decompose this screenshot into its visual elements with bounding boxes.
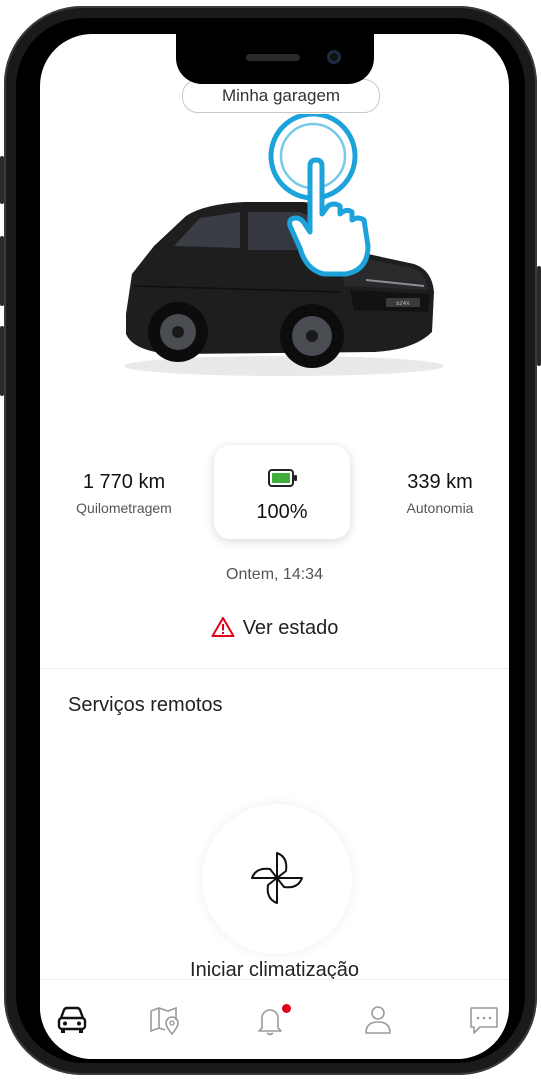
phone-notch: [176, 34, 374, 84]
range-label: Autonomia: [406, 500, 474, 516]
volume-down-button: [0, 326, 4, 396]
map-pin-icon: [150, 1006, 179, 1036]
phone-frame: Minha garagem bZ4X 1 770 km Quilometrage…: [0, 6, 541, 1075]
front-camera: [327, 50, 341, 64]
mute-switch: [0, 156, 4, 204]
view-status-label: Ver estado: [242, 617, 339, 639]
nav-notifications[interactable]: [252, 1002, 292, 1042]
chat-icon: [470, 1007, 498, 1034]
mileage-label: Quilometragem: [76, 500, 172, 516]
start-climate-button[interactable]: [202, 804, 352, 954]
last-updated-time: Ontem, 14:34: [226, 566, 323, 583]
remote-services-title: Serviços remotos: [68, 694, 223, 716]
car-icon: [57, 1006, 87, 1033]
nav-messages[interactable]: [466, 1002, 506, 1042]
battery-percentage: 100%: [256, 501, 308, 523]
fan-icon: [251, 852, 303, 904]
user-icon: [365, 1006, 391, 1034]
bottom-navigation: [40, 979, 509, 1059]
notification-badge: [282, 1004, 291, 1013]
power-button: [537, 266, 541, 366]
range-value: 339 km: [407, 471, 473, 493]
view-status-link[interactable]: Ver estado: [40, 616, 509, 640]
tap-gesture-icon: [268, 114, 371, 277]
battery-icon: [268, 469, 297, 487]
app-screen: Minha garagem bZ4X 1 770 km Quilometrage…: [40, 34, 509, 1059]
battery-card[interactable]: 100%: [214, 445, 350, 539]
vehicle-stats: 1 770 km Quilometragem 100% 339 km Auton…: [40, 439, 509, 574]
nav-profile[interactable]: [360, 1002, 400, 1042]
vehicle-model-badge: bZ4X: [396, 301, 409, 307]
my-garage-button[interactable]: Minha garagem: [182, 79, 380, 113]
nav-car[interactable]: [54, 1002, 94, 1042]
nav-map[interactable]: [146, 1002, 186, 1042]
section-divider: [40, 668, 509, 669]
volume-up-button: [0, 236, 4, 306]
mileage-value: 1 770 km: [82, 471, 166, 493]
warning-icon: [211, 617, 235, 637]
mileage-stat: 1 770 km Quilometragem: [64, 471, 184, 516]
range-stat: 339 km Autonomia: [380, 471, 500, 516]
speaker-grille: [246, 54, 300, 61]
